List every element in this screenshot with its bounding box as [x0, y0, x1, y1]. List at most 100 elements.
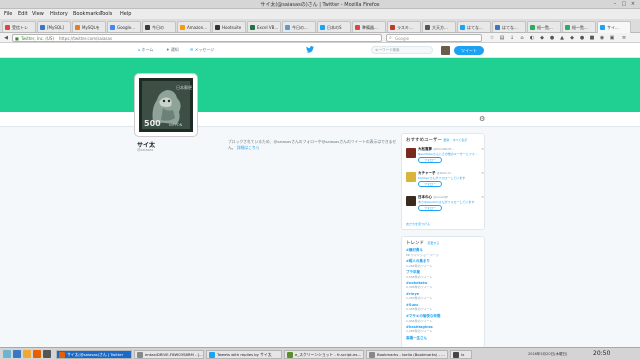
- dismiss-icon[interactable]: ×: [481, 171, 484, 175]
- download-icon[interactable]: ↓: [508, 34, 516, 42]
- close-icon[interactable]: ×: [630, 1, 636, 7]
- trend-item[interactable]: #暇人の集まり 1,264件のツイート: [406, 259, 484, 268]
- user-avatar[interactable]: [441, 46, 450, 55]
- dismiss-icon[interactable]: ×: [481, 147, 484, 151]
- terminal-icon[interactable]: [43, 350, 51, 358]
- addon-icon-7[interactable]: ◉: [598, 34, 606, 42]
- firefox-icon[interactable]: [33, 350, 41, 358]
- suggested-user-avatar[interactable]: [406, 148, 416, 158]
- start-menu-icon[interactable]: [3, 350, 11, 358]
- taskbar-task[interactable]: entaxiDRIVE-F8W03S6RM - [...: [134, 350, 204, 359]
- trends-card: トレンド · 変更する #磯村勇斗 PR ワイドショー ページ #暇人の集まり 1,2…: [401, 236, 485, 348]
- menu-view[interactable]: View: [32, 11, 44, 17]
- menu-edit[interactable]: Edit: [18, 11, 28, 17]
- suggested-user-avatar[interactable]: [406, 172, 416, 182]
- blocked-details-link[interactable]: 詳細はこちら: [237, 145, 260, 150]
- trend-item[interactable]: #nokotaku 2,346件のツイート: [406, 281, 484, 289]
- refresh-link[interactable]: 更新: [443, 138, 449, 142]
- addon-icon-4[interactable]: ◆: [568, 34, 576, 42]
- nav-messages[interactable]: ✉メッセージ: [190, 47, 214, 53]
- taskbar-task[interactable]: e_スクリーンショット - fr-script-ex...: [284, 350, 364, 359]
- find-friends-link[interactable]: 友だちを見つける: [406, 222, 430, 226]
- browser-tab[interactable]: ラスキ...: [387, 21, 421, 32]
- files-icon[interactable]: [13, 350, 21, 358]
- menu-history[interactable]: History: [50, 11, 68, 17]
- addon-icon-2[interactable]: ●: [548, 34, 556, 42]
- dismiss-icon[interactable]: ×: [481, 195, 484, 199]
- menu-help[interactable]: Help: [120, 11, 131, 17]
- browser-tab[interactable]: 今日の...: [282, 21, 316, 32]
- taskbar-clock[interactable]: 20:50: [593, 350, 610, 357]
- tab-label: 紐一覧...: [537, 25, 553, 30]
- reader-icon[interactable]: ▤: [498, 34, 506, 42]
- menu-tools[interactable]: Tools: [100, 11, 112, 17]
- suggested-user-display-name: 大松寛夢: [418, 147, 432, 151]
- addon-icon-8[interactable]: ▣: [608, 34, 616, 42]
- tweet-button[interactable]: ツイート: [454, 46, 484, 55]
- addon-icon[interactable]: ◆: [538, 34, 546, 42]
- nav-home[interactable]: ⌂ホーム: [138, 47, 153, 53]
- trend-count: 1,264件のツイート: [406, 264, 433, 268]
- browser-tab[interactable]: 紐一覧...: [527, 21, 561, 32]
- profile-handle[interactable]: @saiasas: [137, 148, 153, 152]
- browser-tab[interactable]: Excel VB...: [247, 21, 281, 32]
- trend-item[interactable]: プラ卒業 2,508件のツイート: [406, 270, 484, 279]
- menu-file[interactable]: File: [4, 11, 12, 17]
- addon-icon-6[interactable]: ■: [588, 34, 596, 42]
- search-input[interactable]: ⌕ Google: [386, 34, 482, 42]
- taskbar-task[interactable]: Ix: [450, 350, 472, 359]
- browser-tab[interactable]: はてな...: [492, 21, 526, 32]
- browser-tab[interactable]: 受信トレ: [2, 21, 36, 32]
- browser-tab[interactable]: [MySQL]: [37, 21, 71, 32]
- minimize-icon[interactable]: –: [612, 1, 618, 7]
- browser-tab[interactable]: Google...: [107, 21, 141, 32]
- trends-change-link[interactable]: 変更する: [427, 241, 439, 245]
- taskbar-task[interactable]: Bookmarks - Ixelio (Bookmarks) - ...: [366, 350, 448, 359]
- addon-icon-5[interactable]: ●: [578, 34, 586, 42]
- trend-item[interactable]: #rinye 1,250件のツイート: [406, 292, 484, 300]
- search-icon: ⌕: [389, 35, 392, 41]
- browser-tab[interactable]: 紐一覧...: [562, 21, 596, 32]
- suggested-user-context: Kristiyuさんがフォローしています: [418, 176, 466, 180]
- addon-icon-3[interactable]: ▲: [558, 34, 566, 42]
- star-icon[interactable]: ☆: [488, 34, 496, 42]
- tab-label: サイ...: [607, 25, 619, 30]
- nav-notifications-label: 通知: [170, 47, 179, 52]
- browser-tab[interactable]: 大天方...: [422, 21, 456, 32]
- trend-item[interactable]: #磯村勇斗 PR ワイドショー ページ: [406, 248, 484, 257]
- browser-tab[interactable]: 日本のS: [317, 21, 351, 32]
- folder-icon[interactable]: [23, 350, 31, 358]
- back-icon[interactable]: ◀: [2, 34, 10, 42]
- browser-tab[interactable]: Amazon...: [177, 21, 211, 32]
- trend-item[interactable]: #hashtaginss 1,283件のツイート: [406, 325, 484, 333]
- profile-avatar[interactable]: 日本郵便 500 NIPPON: [135, 74, 197, 136]
- browser-tab[interactable]: Hootsuite: [212, 21, 246, 32]
- menu-bookmarks[interactable]: Bookmarks: [73, 11, 101, 17]
- browser-tab[interactable]: MySQLを: [72, 21, 106, 32]
- follow-button[interactable]: フォロー: [418, 205, 442, 211]
- trend-item[interactable]: #マサキの愉快な仲間 1,954件のツイート: [406, 314, 484, 323]
- tab-label: 準備器...: [362, 25, 378, 30]
- twitter-search-input[interactable]: キーワード検索: [371, 46, 433, 54]
- browser-tab[interactable]: 今日の: [142, 21, 176, 32]
- follow-button[interactable]: フォロー: [418, 157, 442, 163]
- taskbar-task[interactable]: Tweets with replies by サイ太: [206, 350, 282, 359]
- trend-item[interactable]: 高橋一生さん: [406, 336, 484, 341]
- follow-button[interactable]: フォロー: [418, 181, 442, 187]
- view-all-link[interactable]: すべて表示: [453, 138, 468, 142]
- maximize-icon[interactable]: □: [621, 1, 627, 7]
- hamburger-menu-icon[interactable]: ≡: [620, 34, 628, 42]
- suggested-user-avatar[interactable]: [406, 196, 416, 206]
- browser-tab[interactable]: はてな...: [457, 21, 491, 32]
- browser-tab[interactable]: 準備器...: [352, 21, 386, 32]
- twitter-bird-icon[interactable]: [306, 46, 314, 53]
- gear-icon[interactable]: ⚙: [479, 115, 485, 123]
- browser-tab[interactable]: サイ...: [597, 21, 631, 33]
- url-bar[interactable]: ■ Twitter, Inc. (US) https://twitter.com…: [12, 34, 382, 42]
- tab-favicon-icon: [180, 25, 185, 30]
- taskbar-task[interactable]: サイ太(@saiasas)さん | Twitter: [56, 350, 132, 359]
- home-icon[interactable]: ⌂: [518, 34, 526, 42]
- trend-item[interactable]: #Sunc 2,345件のツイート: [406, 303, 484, 311]
- nav-notifications[interactable]: ♦通知: [166, 47, 179, 53]
- pocket-icon[interactable]: ◐: [528, 34, 536, 42]
